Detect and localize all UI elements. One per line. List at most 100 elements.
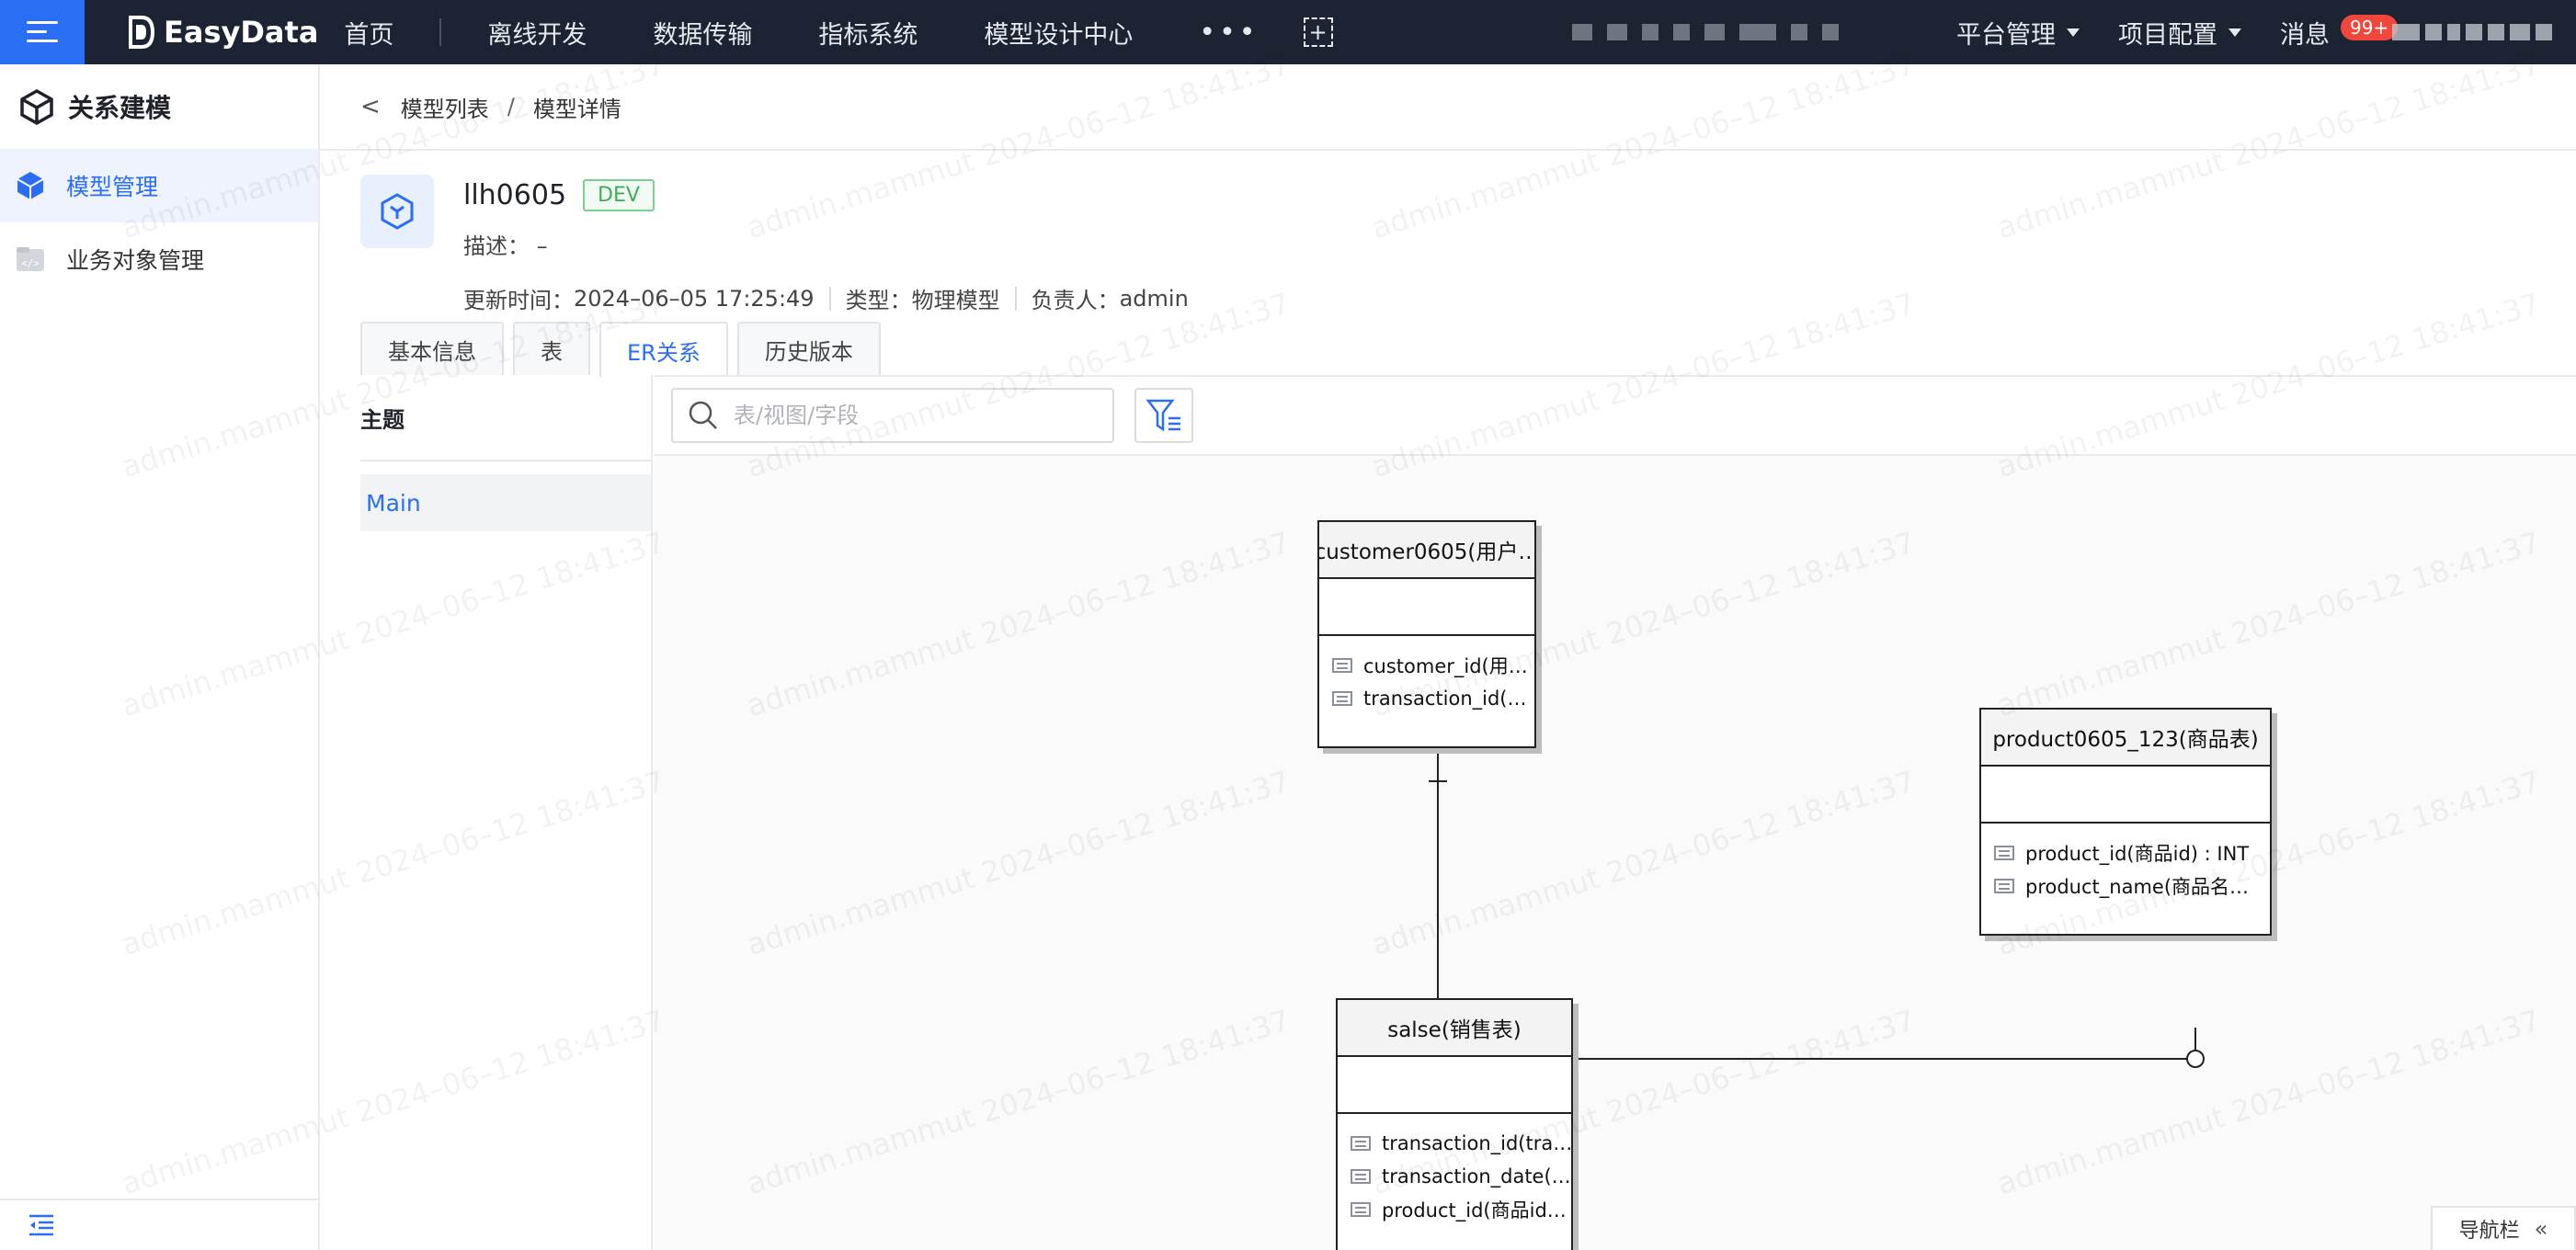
nav-metric-system[interactable]: 指标系统 [818,15,918,51]
entity-fields: customer_id(用… transaction_id(… [1319,636,1534,715]
nav-divider [439,18,442,46]
collapse-sidebar-icon[interactable] [28,1213,55,1237]
chevron-down-icon [2067,28,2080,37]
top-navigation-bar: EasyData 首页 离线开发 数据传输 指标系统 模型设计中心 ••• + … [0,0,2576,64]
brand-logo[interactable]: EasyData [129,15,318,50]
brand-name: EasyData [164,15,319,50]
tab-tables[interactable]: 表 [513,322,590,375]
sidebar-item-label: 模型管理 [66,174,159,200]
theme-panel-title: 主题 [360,375,651,461]
entity-field[interactable]: product_id(商品id… [1338,1193,1571,1226]
more-nav-icon[interactable]: ••• [1199,17,1259,49]
er-entity-product[interactable]: product0605_123(商品表) product_id(商品id) : … [1979,708,2272,936]
field-icon [1994,879,2014,893]
entity-primary-section [1319,579,1534,636]
field-icon [1351,1202,1371,1217]
search-box [671,388,1114,443]
nav-model-design-center[interactable]: 模型设计中心 [984,15,1133,51]
filter-button[interactable] [1134,388,1193,443]
er-toolbar [655,375,2576,456]
add-shortcut-icon[interactable]: + [1303,17,1333,47]
sidebar-item-business-object-management[interactable]: </> 业务对象管理 [0,222,318,296]
entity-title: product0605_123(商品表) [1981,710,2270,767]
left-sidebar: 关系建模 模型管理 </> 业务对象管理 [0,64,320,1250]
updated-time-value: 2024–06–05 17:25:49 [574,285,815,312]
meta-divider [828,286,831,311]
entity-field[interactable]: transaction_id(tra… [1338,1127,1571,1160]
entity-field[interactable]: transaction_id(… [1319,682,1534,715]
entity-primary-section [1338,1057,1571,1114]
easydata-logo-icon [129,16,154,49]
double-chevron-left-icon: « [2534,1216,2548,1242]
main-content: < 模型列表 / 模型详情 llh0605 DEV 描述： – 更新时间： 20… [320,64,2576,1250]
field-icon [1332,658,1352,673]
sidebar-title: 关系建模 [68,93,172,123]
hexagon-model-icon [381,193,414,230]
project-config-label: 项目配置 [2118,20,2217,50]
field-label: transaction_date(… [1382,1165,1571,1188]
nav-data-transfer[interactable]: 数据传输 [653,15,752,51]
main-nav: 首页 离线开发 数据传输 指标系统 模型设计中心 ••• + [344,15,1333,51]
entity-primary-section [1981,767,2270,824]
field-icon [1351,1136,1371,1151]
sidebar-item-label: 业务对象管理 [66,247,205,274]
entity-title: salse(销售表) [1338,1000,1571,1057]
er-diagram-area: customer0605(用户… customer_id(用… transact… [655,375,2576,1250]
model-type-value: 物理模型 [911,288,1000,313]
breadcrumb-model-list[interactable]: 模型列表 [401,91,489,123]
navigator-toggle-button[interactable]: 导航栏 « [2431,1206,2576,1250]
meta-divider [1014,286,1017,311]
er-entity-salse[interactable]: salse(销售表) transaction_id(tra… transacti… [1336,998,1573,1250]
er-canvas[interactable]: customer0605(用户… customer_id(用… transact… [655,456,2576,1250]
model-icon [360,175,434,248]
owner-value: admin [1119,285,1189,312]
nav-home[interactable]: 首页 [344,15,393,51]
field-icon [1351,1169,1371,1184]
entity-field[interactable]: transaction_date(… [1338,1160,1571,1193]
tab-basic-info[interactable]: 基本信息 [360,322,504,375]
relationship-lines [1429,748,2205,1085]
model-info: llh0605 DEV 描述： – 更新时间： 2024–06–05 17:25… [463,175,1189,314]
entity-fields: transaction_id(tra… transaction_date(… p… [1338,1114,1571,1226]
messages-menu[interactable]: 消息 99+ [2280,14,2399,51]
right-menu: 平台管理 项目配置 消息 99+ [1956,0,2576,64]
platform-management-menu[interactable]: 平台管理 [1956,15,2080,51]
tab-history-versions[interactable]: 历史版本 [736,322,881,375]
field-label: customer_id(用… [1363,655,1528,677]
relational-model-icon [20,88,53,125]
entity-field[interactable]: customer_id(用… [1319,649,1534,682]
user-account-menu[interactable] [2392,24,2558,40]
entity-field[interactable]: product_id(商品id) : INT [1981,836,2270,869]
field-label: product_id(商品id) : INT [2025,843,2250,865]
updated-time-label: 更新时间： [463,288,574,313]
theme-item-main[interactable]: Main [360,474,651,531]
er-entity-customer[interactable]: customer0605(用户… customer_id(用… transact… [1317,520,1536,748]
cube-icon [17,172,44,199]
model-type-label: 类型： [845,288,912,313]
chevron-down-icon [2228,28,2241,37]
breadcrumb-current: 模型详情 [532,96,621,122]
svg-text:</>: </> [21,257,40,269]
search-input[interactable] [734,403,1083,428]
back-arrow-icon[interactable]: < [360,93,381,120]
project-config-menu[interactable]: 项目配置 [2118,15,2241,51]
breadcrumb-separator: / [507,94,515,119]
model-name: llh0605 [463,178,567,211]
field-label: transaction_id(… [1363,688,1527,710]
tab-er-relations[interactable]: ER关系 [599,322,728,377]
entity-field[interactable]: product_name(商品名… [1981,869,2270,903]
entity-title: customer0605(用户… [1319,522,1534,579]
nav-offline-dev[interactable]: 离线开发 [487,15,587,51]
field-label: transaction_id(tra… [1382,1132,1571,1154]
sidebar-item-model-management[interactable]: 模型管理 [0,149,318,222]
messages-label: 消息 [2280,20,2330,50]
field-label: product_name(商品名… [2025,876,2250,898]
filter-icon [1146,399,1180,432]
description-value: – [536,233,548,259]
model-header: llh0605 DEV 描述： – 更新时间： 2024–06–05 17:25… [360,175,1189,314]
field-icon [1332,691,1352,706]
redacted-project-info [1571,24,1853,40]
owner-label: 负责人： [1031,288,1120,313]
menu-toggle-button[interactable] [0,0,85,64]
description-label: 描述： [463,233,530,259]
